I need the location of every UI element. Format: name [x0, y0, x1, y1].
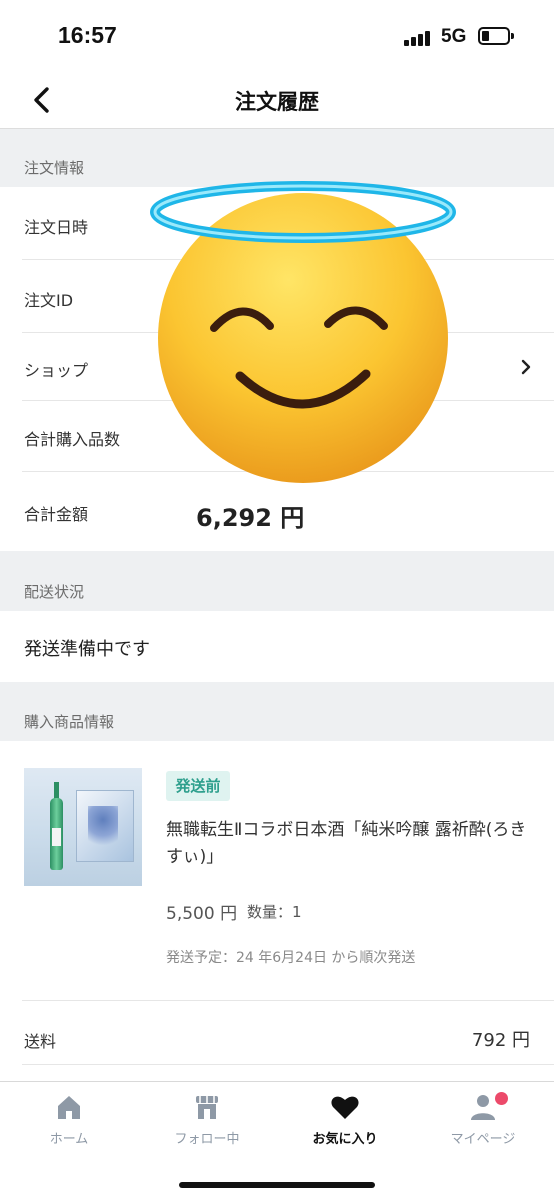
section-label: 配送状況	[24, 583, 85, 601]
person-icon	[471, 1095, 495, 1120]
product-price: 5,500 円	[166, 904, 238, 924]
heart-icon	[331, 1096, 359, 1119]
status-badge: 発送前	[166, 771, 230, 801]
row-key: 合計金額	[24, 505, 89, 524]
tab-bar: ホーム フォロー中 お気に入り マイページ	[0, 1081, 554, 1201]
product-name[interactable]: 無職転生Ⅱコラボ日本酒「純米吟醸 露祈酔(ろきすぃ)」	[166, 817, 536, 871]
tab-following[interactable]: フォロー中	[138, 1092, 276, 1162]
tab-label: ホーム	[49, 1132, 89, 1147]
network-label: 5G	[441, 26, 467, 47]
delivery-status-row: 発送準備中です	[0, 611, 554, 681]
tab-label: フォロー中	[174, 1132, 240, 1147]
product-card[interactable]: 発送前 無職転生Ⅱコラボ日本酒「純米吟醸 露祈酔(ろきすぃ)」 5,500 円 …	[0, 741, 554, 1081]
chevron-right-icon	[521, 359, 531, 375]
nav-header: 注文履歴	[0, 72, 554, 129]
page-title: 注文履歴	[235, 90, 319, 114]
signal-icon	[404, 30, 434, 46]
row-key: 合計購入品数	[24, 430, 121, 449]
shop-icon	[196, 1096, 218, 1119]
tab-mypage[interactable]: マイページ	[414, 1092, 552, 1162]
tab-home[interactable]: ホーム	[0, 1092, 138, 1162]
section-label: 購入商品情報	[24, 713, 115, 731]
tab-label: お気に入り	[312, 1132, 378, 1147]
product-image[interactable]	[24, 768, 142, 886]
delivery-status: 発送準備中です	[24, 639, 150, 660]
shipping-fee-label: 送料	[24, 1032, 57, 1051]
section-header-products: 購入商品情報	[0, 682, 554, 741]
shipping-schedule: 発送予定：24 年6月24日 から順次発送	[166, 950, 416, 966]
row-order-id: 注文ID	[0, 260, 554, 333]
battery-icon	[478, 27, 514, 45]
home-icon	[58, 1096, 80, 1119]
section-header-order-info: 注文情報	[0, 129, 554, 187]
tab-label: マイページ	[450, 1132, 516, 1147]
row-total-amount: 合計金額 6,292 円	[0, 472, 554, 550]
row-order-date: 注文日時	[0, 187, 554, 260]
total-amount-value: 6,292 円	[196, 504, 305, 532]
row-key: 注文日時	[24, 218, 89, 237]
row-shop[interactable]: ショップ	[0, 333, 554, 401]
section-header-delivery: 配送状況	[0, 551, 554, 611]
notification-dot	[495, 1092, 508, 1105]
product-quantity: 数量：1	[247, 903, 302, 921]
row-key: 注文ID	[24, 291, 74, 310]
home-indicator	[179, 1182, 375, 1188]
status-time: 16:57	[58, 22, 117, 48]
section-label: 注文情報	[24, 159, 85, 177]
shipping-fee-value: 792 円	[471, 1030, 530, 1051]
row-total-items: 合計購入品数	[0, 401, 554, 472]
tab-favorites[interactable]: お気に入り	[276, 1092, 414, 1162]
status-bar: 16:57 5G	[0, 0, 554, 72]
row-key: ショップ	[24, 361, 89, 380]
